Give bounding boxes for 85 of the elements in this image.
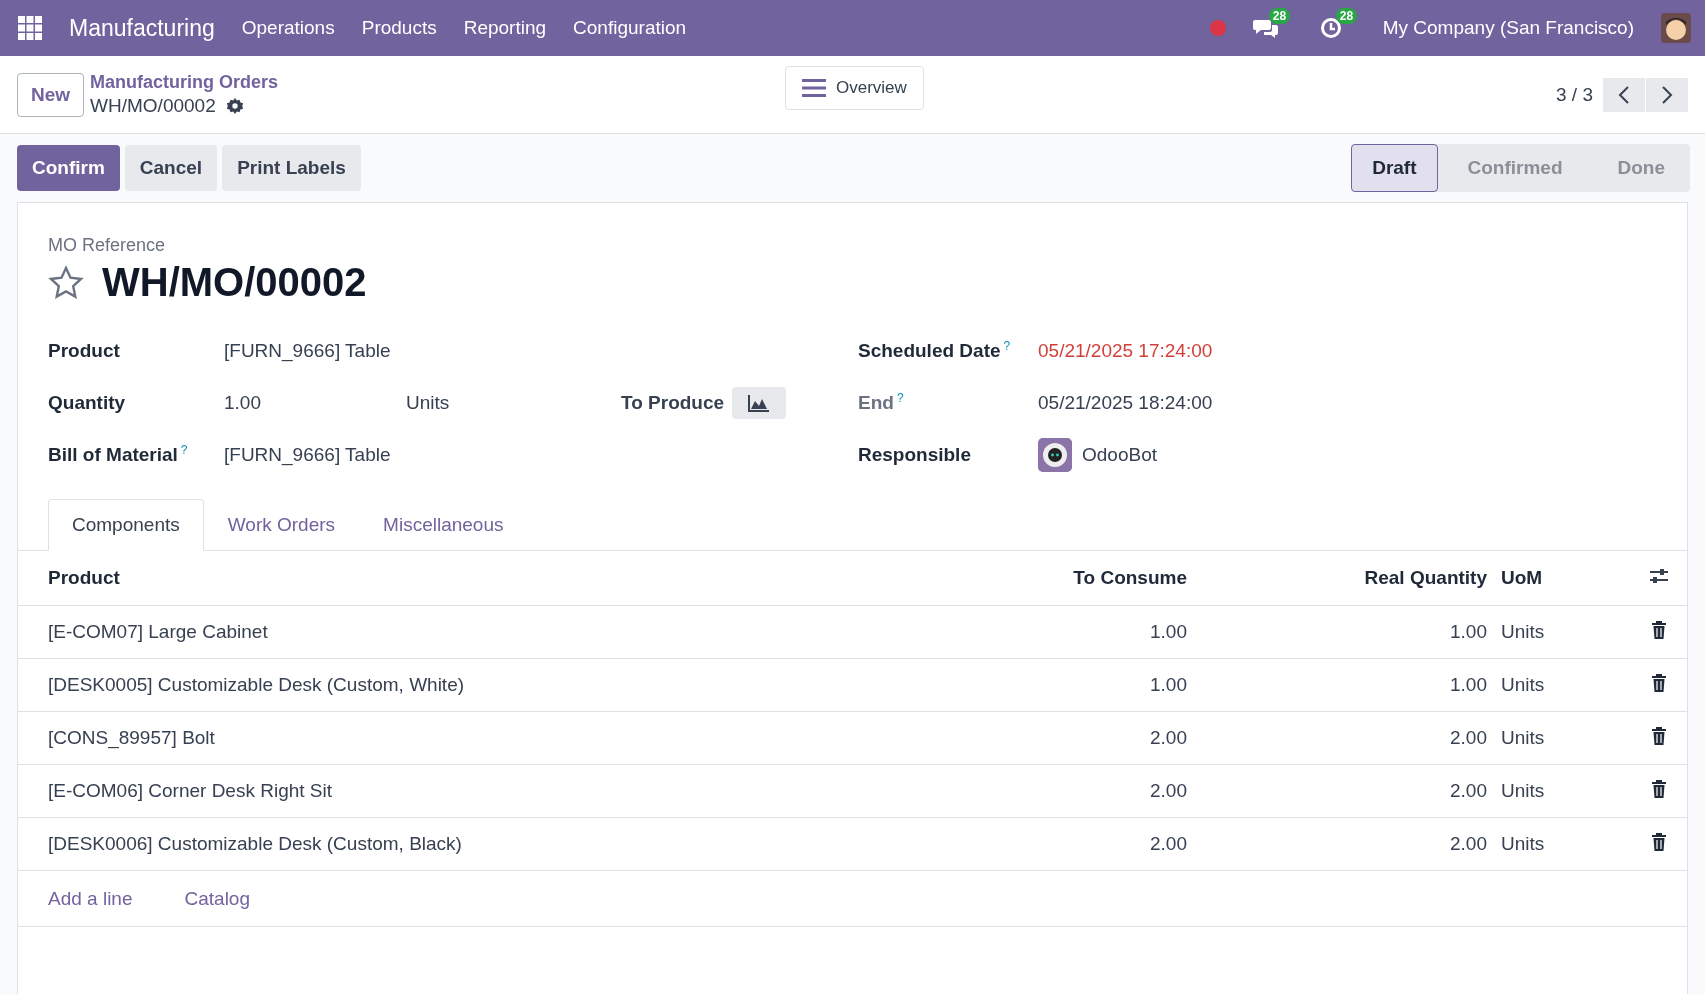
help-tooltip-mark[interactable]: ?: [1003, 339, 1011, 354]
table-cell[interactable]: Units: [1487, 605, 1631, 659]
pager-counter: 3 / 3: [1556, 83, 1593, 106]
user-avatar-icon[interactable]: [1661, 13, 1691, 43]
date-value[interactable]: 05/21/2025 18:24:00: [1038, 392, 1213, 414]
message-count-badge: 28: [1268, 8, 1291, 24]
trash-icon[interactable]: [1651, 726, 1667, 745]
table-cell[interactable]: 1.00: [949, 605, 1187, 659]
field-label: Quantity: [48, 392, 126, 413]
column-settings-icon[interactable]: [1649, 566, 1669, 585]
chevron-left-icon: [1618, 84, 1630, 105]
help-tooltip-mark[interactable]: ?: [180, 443, 188, 458]
table-cell[interactable]: Units: [1487, 711, 1631, 765]
tab[interactable]: Work Orders: [203, 499, 360, 551]
company-switcher[interactable]: My Company (San Francisco): [1382, 17, 1634, 39]
hamburger-menu-icon: [802, 78, 826, 98]
star-icon[interactable]: [48, 264, 84, 301]
action-button[interactable]: Confirm: [17, 145, 120, 191]
robot-avatar-icon: [1038, 438, 1072, 472]
field-label: MO Reference: [47, 235, 167, 256]
trash-icon[interactable]: [1651, 779, 1667, 798]
field-label: Product: [48, 340, 120, 361]
table-link[interactable]: Catalog: [184, 887, 250, 910]
table-cell[interactable]: Units: [1487, 658, 1631, 712]
user-name[interactable]: OdooBot: [1082, 444, 1157, 466]
table-cell[interactable]: Units: [1487, 817, 1631, 871]
action-button[interactable]: Cancel: [124, 145, 218, 191]
table-cell[interactable]: 2.00: [1187, 711, 1487, 765]
breadcrumb-link[interactable]: Manufacturing Orders: [90, 72, 279, 93]
clock-icon[interactable]: [1319, 17, 1342, 39]
table-cell[interactable]: [E-COM06] Corner Desk Right Sit: [18, 764, 950, 818]
table-cell[interactable]: 2.00: [949, 817, 1187, 871]
new-button[interactable]: New: [17, 72, 85, 117]
trash-icon[interactable]: [1651, 832, 1667, 851]
status-step[interactable]: Draft: [1351, 144, 1438, 192]
unit-value[interactable]: Units: [406, 392, 621, 414]
field-label: End: [858, 392, 894, 414]
field-label: Bill of Material: [48, 444, 178, 466]
chevron-right-icon: [1661, 84, 1673, 105]
help-tooltip-mark[interactable]: ?: [896, 391, 904, 406]
table-cell[interactable]: 1.00: [1187, 605, 1487, 659]
table-cell[interactable]: 2.00: [949, 711, 1187, 765]
status-dot-icon[interactable]: [1209, 20, 1226, 36]
table-link[interactable]: Add a line: [48, 887, 133, 910]
forecast-button[interactable]: [732, 387, 787, 419]
table-cell[interactable]: 1.00: [949, 658, 1187, 712]
menu-item[interactable]: Reporting: [463, 17, 547, 39]
table-cell[interactable]: 2.00: [1187, 764, 1487, 818]
column-header[interactable]: UoM: [1487, 551, 1631, 606]
apps-menu-icon[interactable]: [18, 16, 42, 40]
field-value[interactable]: [FURN_9666] Table: [224, 340, 391, 362]
menu-item[interactable]: Products: [361, 17, 437, 39]
trash-icon[interactable]: [1651, 673, 1667, 692]
column-header[interactable]: To Consume: [949, 551, 1187, 606]
overview-button[interactable]: Overview: [785, 66, 924, 110]
field-value[interactable]: 1.00: [224, 392, 261, 414]
table-cell[interactable]: 2.00: [949, 764, 1187, 818]
tab[interactable]: Miscellaneous: [359, 499, 528, 551]
field-value[interactable]: [FURN_9666] Table: [224, 444, 391, 466]
column-header[interactable]: Product: [18, 551, 950, 606]
record-title: WH/MO/00002: [102, 260, 367, 305]
menu-item[interactable]: Configuration: [573, 17, 687, 39]
field-label: To Produce: [621, 392, 725, 414]
action-button[interactable]: Print Labels: [222, 145, 361, 191]
activity-count-badge: 28: [1335, 8, 1358, 24]
next-button[interactable]: [1646, 77, 1688, 112]
field-label: Scheduled Date: [858, 340, 1001, 362]
table-cell[interactable]: Units: [1487, 764, 1631, 818]
app-name[interactable]: Manufacturing: [69, 14, 215, 42]
tab[interactable]: Components: [48, 499, 204, 551]
table-cell[interactable]: 1.00: [1187, 658, 1487, 712]
date-value[interactable]: 05/21/2025 17:24:00: [1038, 340, 1213, 362]
record-name: WH/MO/00002: [90, 95, 216, 117]
trash-icon[interactable]: [1651, 620, 1667, 639]
previous-button[interactable]: [1603, 77, 1645, 112]
table-cell[interactable]: 2.00: [1187, 817, 1487, 871]
menu-item[interactable]: Operations: [241, 17, 335, 39]
area-chart-icon: [748, 394, 771, 412]
column-header[interactable]: Real Quantity: [1187, 551, 1487, 606]
table-cell[interactable]: [DESK0006] Customizable Desk (Custom, Black): [18, 817, 950, 871]
field-label: Responsible: [858, 444, 972, 466]
table-cell[interactable]: [DESK0005] Customizable Desk (Custom, White): [18, 658, 950, 712]
table-cell[interactable]: [CONS_89957] Bolt: [18, 711, 950, 765]
table-cell[interactable]: [E-COM07] Large Cabinet: [18, 605, 950, 659]
gear-icon[interactable]: [225, 97, 244, 115]
